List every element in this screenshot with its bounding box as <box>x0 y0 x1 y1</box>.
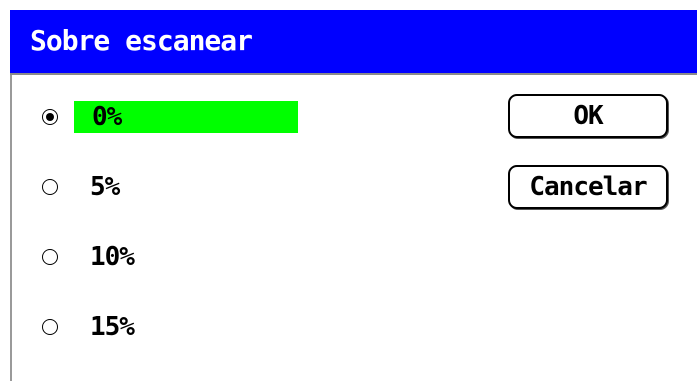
option-label: 10% <box>90 242 135 272</box>
option-label: 5% <box>90 172 120 202</box>
overscan-dialog: Sobre escanear 0% 5% 10% 15% OK Cancelar <box>0 0 697 381</box>
radio-unselected-icon[interactable] <box>42 179 58 195</box>
title-bar: Sobre escanear <box>10 10 697 75</box>
radio-unselected-icon[interactable] <box>42 319 58 335</box>
cancel-button[interactable]: Cancelar <box>508 165 668 209</box>
radio-unselected-icon[interactable] <box>42 249 58 265</box>
ok-button[interactable]: OK <box>508 94 668 138</box>
option-10-percent[interactable]: 10% <box>36 239 336 279</box>
dialog-body: 0% 5% 10% 15% OK Cancelar <box>10 75 697 381</box>
option-0-percent[interactable]: 0% <box>36 99 336 139</box>
option-15-percent[interactable]: 15% <box>36 309 336 349</box>
option-label: 15% <box>90 312 135 342</box>
radio-selected-icon[interactable] <box>42 109 58 125</box>
option-5-percent[interactable]: 5% <box>36 169 336 209</box>
option-label: 0% <box>74 101 298 133</box>
dialog-title: Sobre escanear <box>30 24 253 57</box>
